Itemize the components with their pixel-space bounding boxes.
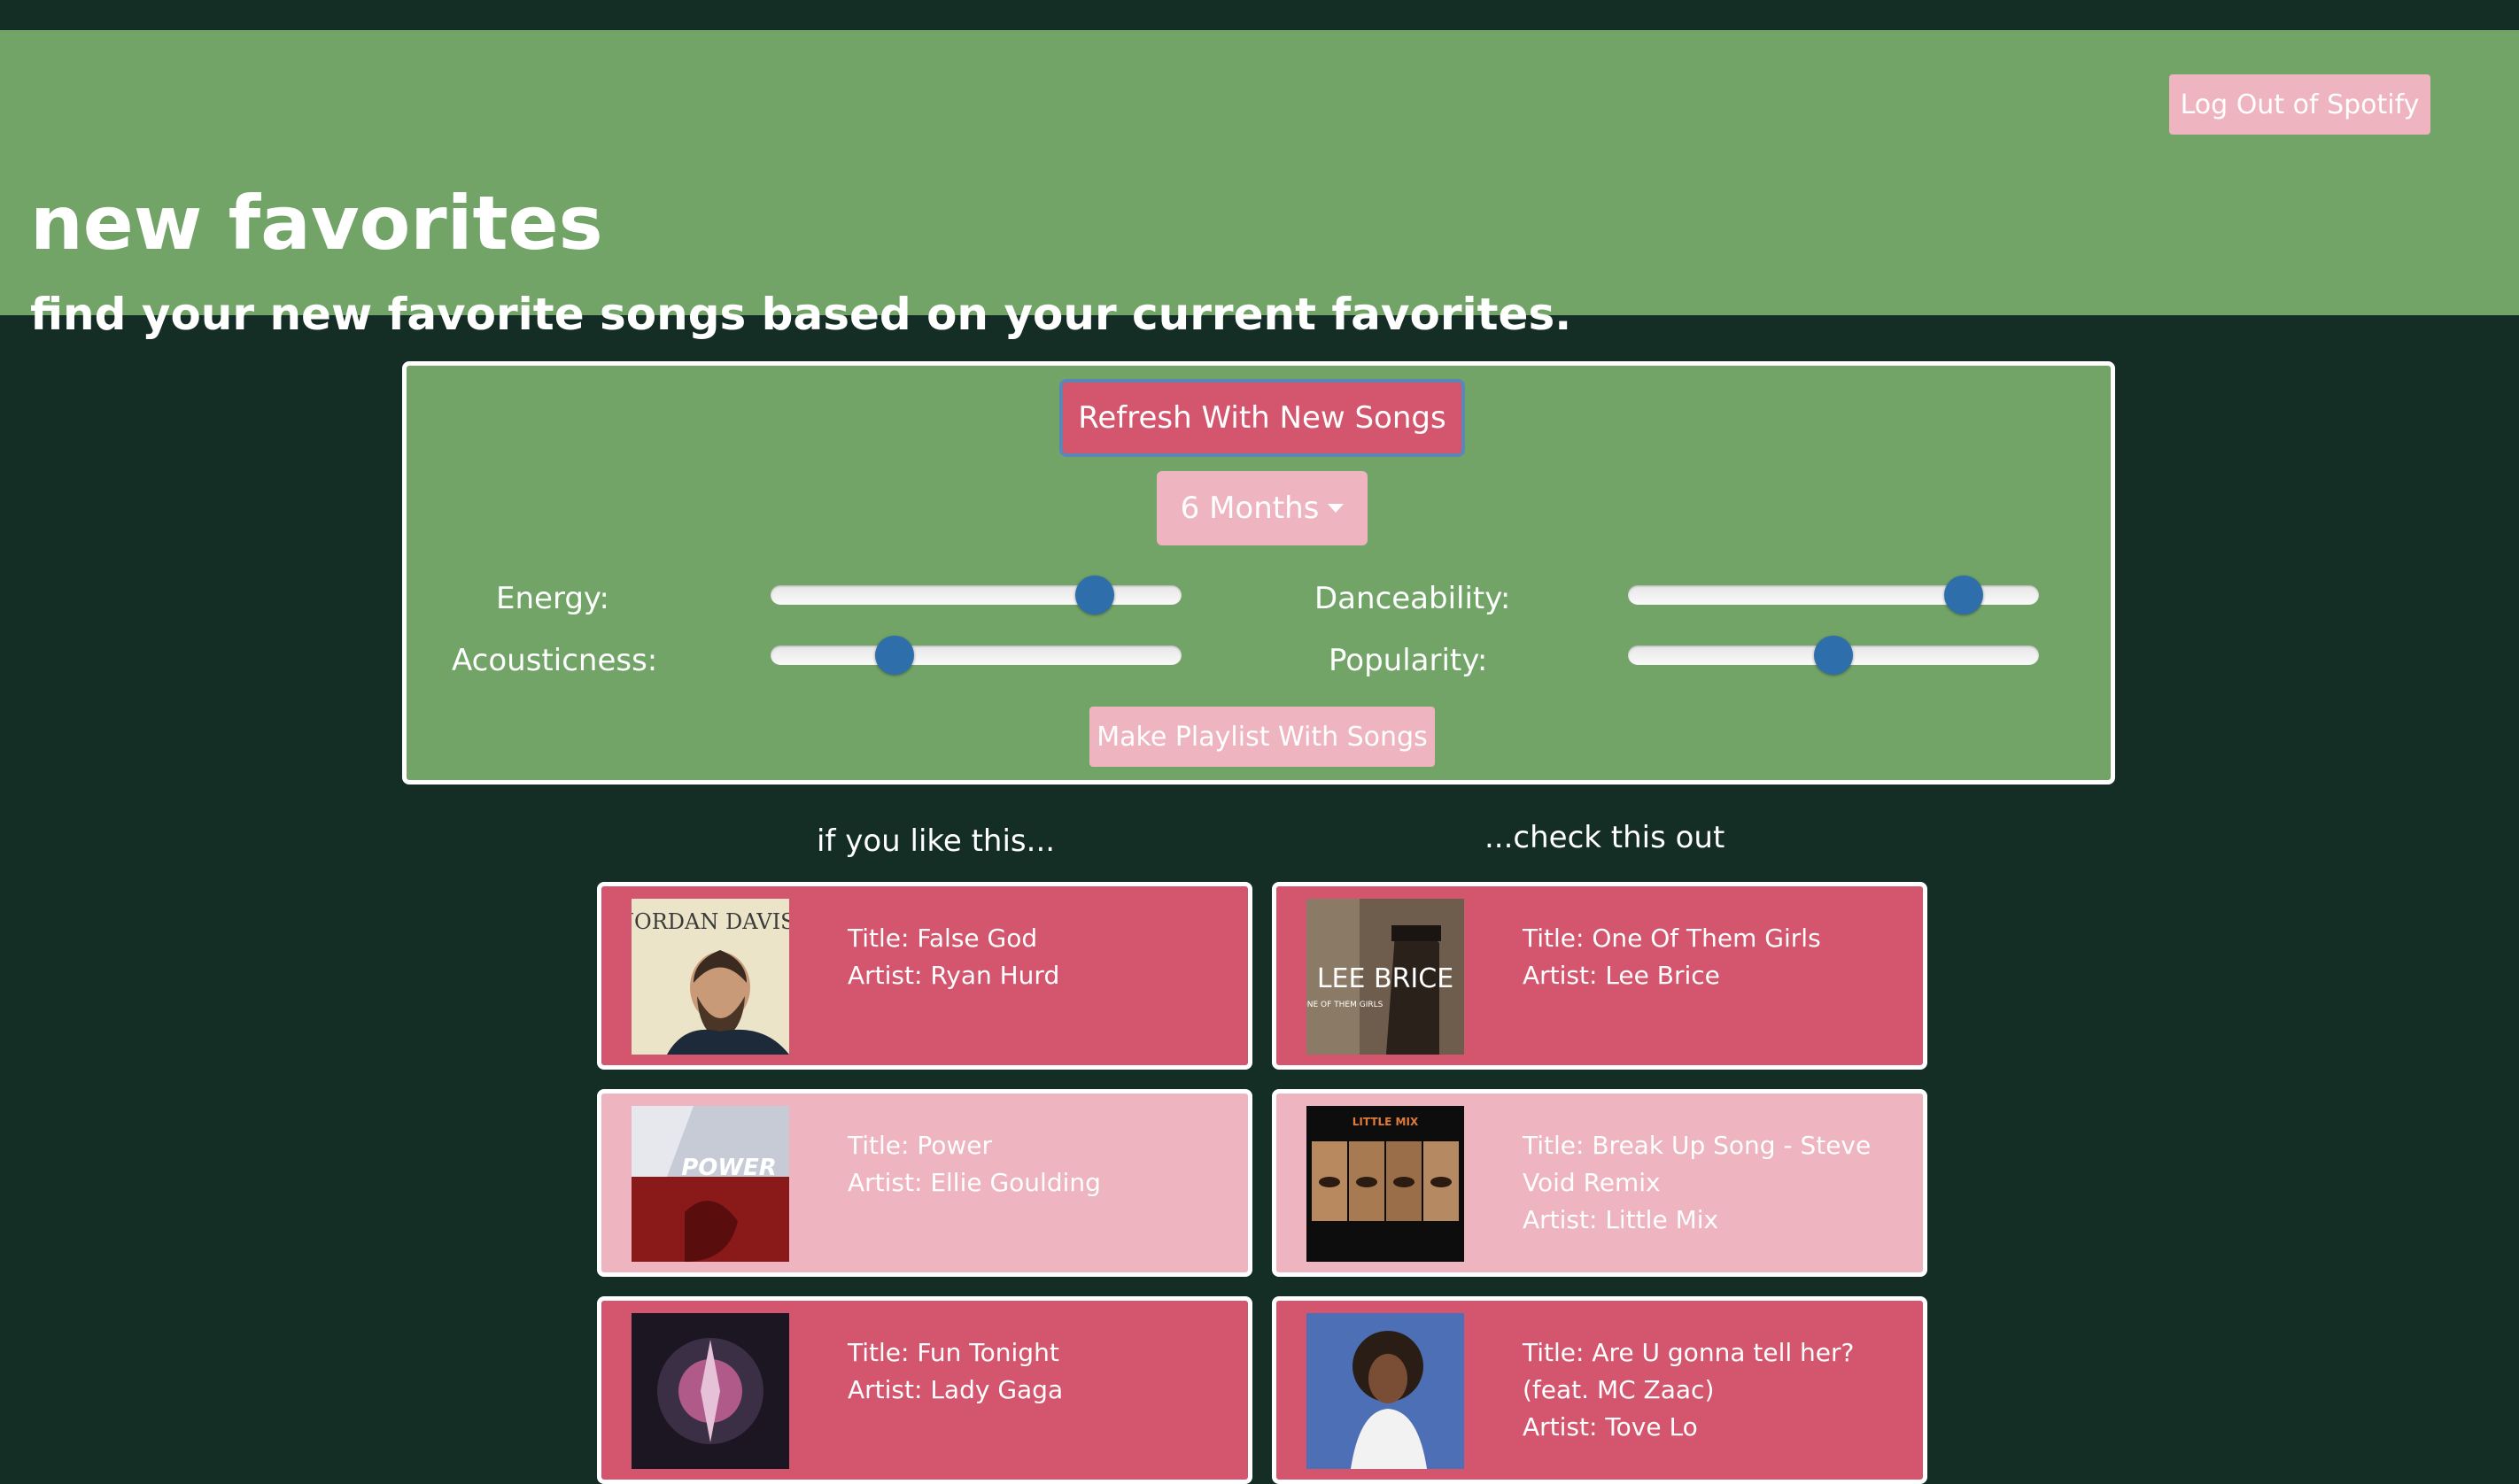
song-artist: Artist: Lee Brice <box>1523 961 1720 990</box>
song-card-left-1[interactable]: JORDAN DAVIS Title: False God Artist: Ry… <box>597 882 1252 1070</box>
song-title: Title: Are U gonna tell her? (feat. MC Z… <box>1523 1338 1855 1404</box>
time-range-dropdown[interactable]: 6 Months <box>1157 471 1368 545</box>
song-card-right-2[interactable]: LITTLE MIX Title: Break Up Song - Steve … <box>1272 1089 1927 1277</box>
song-title: Title: One Of Them Girls <box>1523 924 1821 953</box>
svg-text:ONE OF THEM GIRLS: ONE OF THEM GIRLS <box>1306 1001 1384 1009</box>
album-cover-image <box>632 1313 789 1469</box>
album-cover-image <box>1306 1313 1464 1469</box>
logout-button[interactable]: Log Out of Spotify <box>2169 74 2430 135</box>
album-cover-image: JORDAN DAVIS <box>632 899 789 1055</box>
song-title: Title: Power <box>848 1131 992 1160</box>
song-artist: Artist: Ellie Goulding <box>848 1168 1101 1197</box>
danceability-label: Danceability: <box>1314 581 1511 616</box>
make-playlist-button[interactable]: Make Playlist With Songs <box>1089 707 1435 767</box>
song-title: Title: Break Up Song - Steve Void Remix <box>1523 1131 1872 1197</box>
danceability-slider[interactable] <box>1628 576 2039 614</box>
song-artist: Artist: Tove Lo <box>1523 1412 1698 1441</box>
svg-text:JORDAN DAVIS: JORDAN DAVIS <box>632 909 789 934</box>
page-title: new favorites <box>30 180 603 267</box>
svg-text:LITTLE MIX: LITTLE MIX <box>1353 1116 1419 1128</box>
song-title: Title: Fun Tonight <box>848 1338 1059 1367</box>
refresh-songs-button[interactable]: Refresh With New Songs <box>1059 379 1465 457</box>
svg-text:POWER: POWER <box>681 1155 777 1181</box>
energy-slider[interactable] <box>771 576 1182 614</box>
song-card-right-3[interactable]: Title: Are U gonna tell her? (feat. MC Z… <box>1272 1296 1927 1484</box>
page-subtitle: find your new favorite songs based on yo… <box>30 289 1572 340</box>
caret-down-icon <box>1328 504 1345 513</box>
album-cover-image: POWER <box>632 1106 789 1262</box>
acousticness-slider-thumb[interactable] <box>874 636 914 675</box>
song-artist: Artist: Ryan Hurd <box>848 961 1060 990</box>
danceability-slider-thumb[interactable] <box>1944 576 1983 614</box>
time-range-value: 6 Months <box>1180 491 1320 526</box>
song-card-left-2[interactable]: POWER Title: Power Artist: Ellie Gouldin… <box>597 1089 1252 1277</box>
acousticness-slider[interactable] <box>771 636 1182 675</box>
header-banner: Log Out of Spotify new favorites find yo… <box>0 30 2519 336</box>
energy-label: Energy: <box>496 581 610 616</box>
acousticness-label: Acousticness: <box>452 643 658 678</box>
popularity-slider-thumb[interactable] <box>1814 636 1853 675</box>
song-card-right-1[interactable]: LEE BRICE ONE OF THEM GIRLS Title: One O… <box>1272 882 1927 1070</box>
popularity-label: Popularity: <box>1329 643 1488 678</box>
song-artist: Artist: Little Mix <box>1523 1205 1719 1234</box>
song-title: Title: False God <box>848 924 1038 953</box>
popularity-slider[interactable] <box>1628 636 2039 675</box>
album-cover-image: LEE BRICE ONE OF THEM GIRLS <box>1306 899 1464 1055</box>
right-column-header: ...check this out <box>1484 820 1725 855</box>
svg-text:LEE BRICE: LEE BRICE <box>1317 963 1453 994</box>
left-column-header: if you like this... <box>817 823 1056 859</box>
song-artist: Artist: Lady Gaga <box>848 1375 1064 1404</box>
song-card-left-3[interactable]: Title: Fun Tonight Artist: Lady Gaga <box>597 1296 1252 1484</box>
album-cover-image: LITTLE MIX <box>1306 1106 1464 1262</box>
